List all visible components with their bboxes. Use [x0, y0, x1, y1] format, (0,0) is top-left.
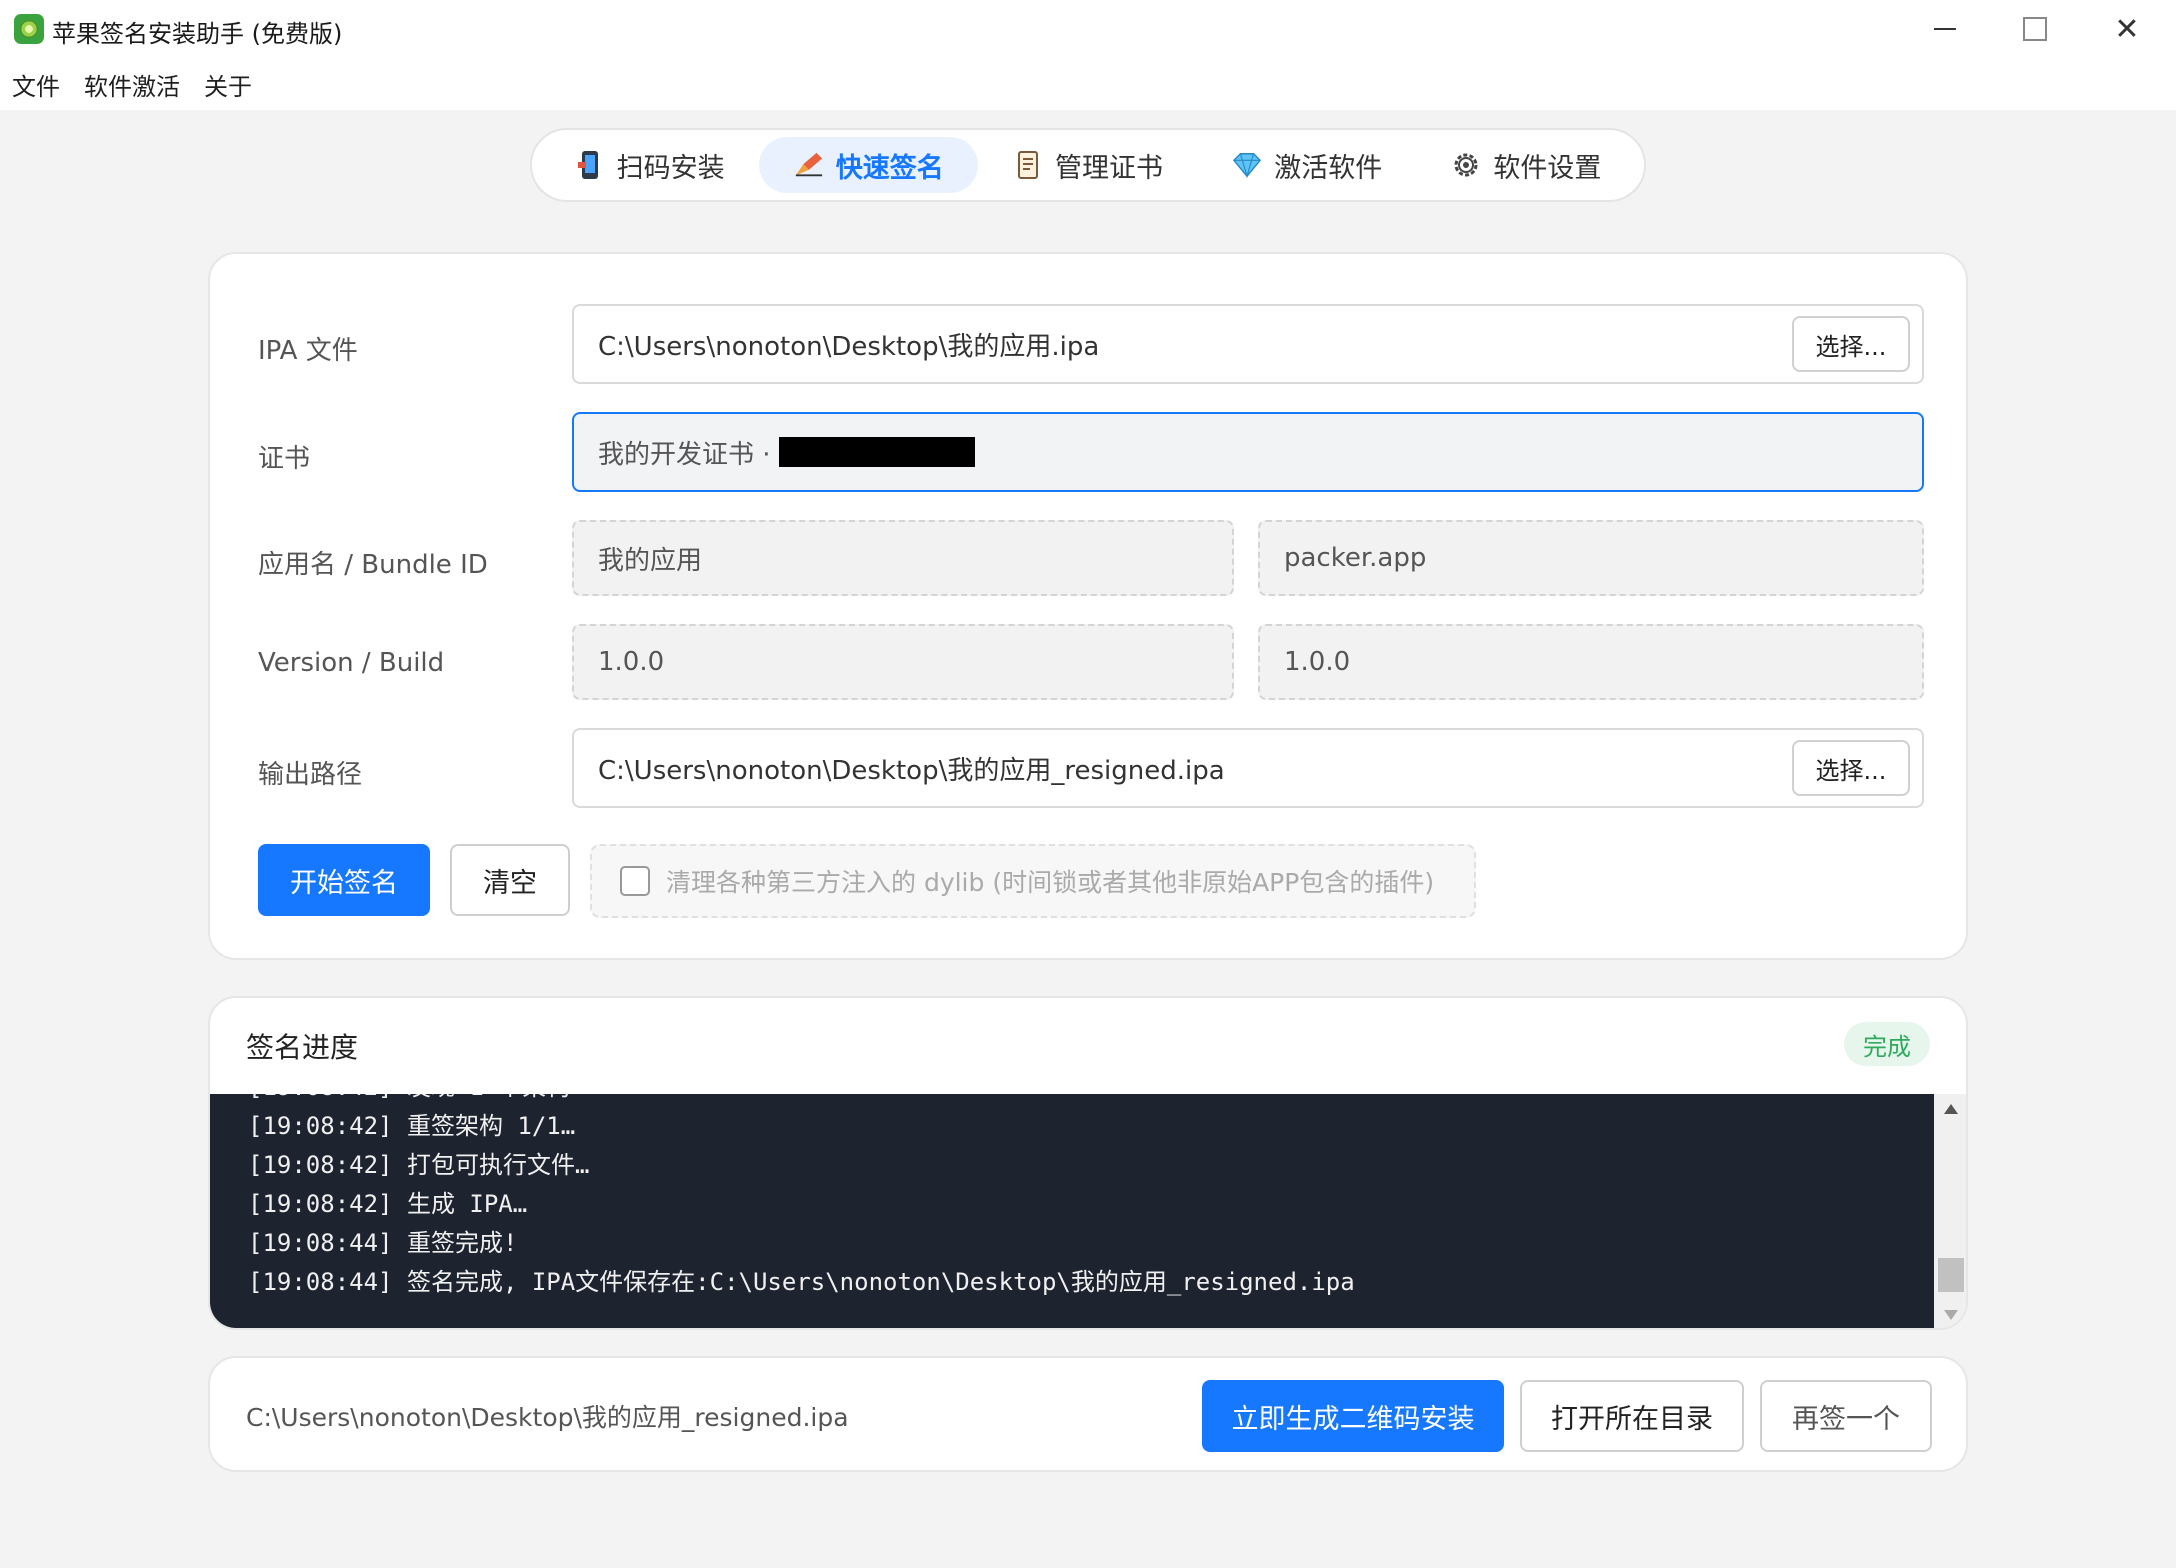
- log-line: [19:08:44] 签名完成, IPA文件保存在:C:\Users\nonot…: [248, 1268, 1355, 1296]
- log-line: [19:08:42] 重签架构 1/1…: [248, 1112, 576, 1140]
- output-path-label: 输出路径: [258, 760, 363, 790]
- tab-activate[interactable]: 激活软件: [1198, 137, 1417, 193]
- app-name-field[interactable]: 我的应用: [572, 520, 1234, 596]
- phone-icon: [575, 150, 605, 180]
- tab-scan-install[interactable]: 扫码安装: [540, 137, 759, 193]
- output-path-value: C:\Users\nonoton\Desktop\我的应用_resigned.i…: [598, 755, 1225, 786]
- open-folder-button[interactable]: 打开所在目录: [1520, 1380, 1744, 1452]
- clear-button[interactable]: 清空: [450, 844, 570, 916]
- sign-form-card: IPA 文件 C:\Users\nonoton\Desktop\我的应用.ipa…: [208, 252, 1968, 960]
- tab-manage-cert[interactable]: 管理证书: [978, 137, 1197, 193]
- sign-pen-icon: [794, 150, 824, 180]
- scroll-down-arrow-icon[interactable]: [1944, 1310, 1958, 1320]
- log-scrollbar[interactable]: [1934, 1094, 1966, 1328]
- sign-another-button[interactable]: 再签一个: [1760, 1380, 1932, 1452]
- app-name-value: 我的应用: [598, 545, 703, 576]
- clean-dylib-option[interactable]: 清理各种第三方注入的 dylib (时间锁或者其他非原始APP包含的插件): [590, 844, 1476, 918]
- ipa-file-field[interactable]: C:\Users\nonoton\Desktop\我的应用.ipa 选择...: [572, 304, 1924, 384]
- tab-label: 激活软件: [1274, 152, 1383, 184]
- tab-label: 快速签名: [835, 152, 944, 184]
- choose-output-button[interactable]: 选择...: [1792, 740, 1910, 796]
- minimize-button[interactable]: [1900, 0, 1990, 58]
- tab-label: 软件设置: [1493, 152, 1602, 184]
- menu-bar: 文件 软件激活 关于: [0, 58, 2176, 110]
- result-path: C:\Users\nonoton\Desktop\我的应用_resigned.i…: [246, 1403, 849, 1432]
- version-build-label: Version / Build: [258, 648, 445, 678]
- log-line: [19:08:42] 打包可执行文件…: [248, 1151, 590, 1179]
- tab-quick-sign[interactable]: 快速签名: [759, 137, 979, 193]
- menu-activate[interactable]: 软件激活: [84, 63, 180, 106]
- app-logo-icon: [14, 14, 44, 44]
- log-line: [19:08:42] 发现 1 个架构: [248, 1094, 1934, 1107]
- cert-label: 证书: [258, 444, 311, 474]
- menu-file[interactable]: 文件: [12, 63, 60, 106]
- scroll-thumb[interactable]: [1938, 1258, 1964, 1292]
- main-tabs: 扫码安装 快速签名 管理证书 激活软件 软件设置: [530, 128, 1646, 202]
- start-sign-button[interactable]: 开始签名: [258, 844, 430, 916]
- app-name-bundle-label: 应用名 / Bundle ID: [258, 550, 488, 580]
- log-line: [19:08:42] 生成 IPA…: [248, 1190, 528, 1218]
- cert-select[interactable]: 我的开发证书 ·: [572, 412, 1924, 492]
- result-card: C:\Users\nonoton\Desktop\我的应用_resigned.i…: [208, 1356, 1968, 1472]
- close-button[interactable]: ✕: [2082, 0, 2172, 58]
- build-field[interactable]: 1.0.0: [1258, 624, 1924, 700]
- version-field[interactable]: 1.0.0: [572, 624, 1234, 700]
- ipa-file-label: IPA 文件: [258, 336, 358, 366]
- sign-progress-card: 签名进度 完成 [19:08:42] 发现 1 个架构 [19:08:42] 重…: [208, 996, 1968, 1330]
- tab-settings[interactable]: 软件设置: [1417, 137, 1636, 193]
- bundle-id-field[interactable]: packer.app: [1258, 520, 1924, 596]
- window-title: 苹果签名安装助手 (免费版): [52, 20, 343, 48]
- scroll-icon: [1013, 150, 1043, 180]
- bundle-id-value: packer.app: [1284, 543, 1427, 573]
- tab-label: 管理证书: [1055, 152, 1163, 184]
- progress-title: 签名进度: [246, 1031, 359, 1064]
- tab-label: 扫码安装: [616, 152, 725, 184]
- build-value: 1.0.0: [1284, 647, 1351, 677]
- status-badge: 完成: [1844, 1022, 1930, 1066]
- log-console[interactable]: [19:08:42] 发现 1 个架构 [19:08:42] 重签架构 1/1……: [210, 1094, 1934, 1328]
- version-value: 1.0.0: [598, 647, 665, 677]
- title-bar: 苹果签名安装助手 (免费版) ✕: [0, 0, 2176, 58]
- choose-ipa-button[interactable]: 选择...: [1792, 316, 1910, 372]
- diamond-icon: [1232, 150, 1262, 180]
- generate-qr-button[interactable]: 立即生成二维码安装: [1202, 1380, 1504, 1452]
- output-path-field[interactable]: C:\Users\nonoton\Desktop\我的应用_resigned.i…: [572, 728, 1924, 808]
- maximize-button[interactable]: [1990, 0, 2080, 58]
- gear-icon: [1451, 150, 1481, 180]
- scroll-up-arrow-icon[interactable]: [1944, 1104, 1958, 1114]
- clean-dylib-checkbox[interactable]: [620, 866, 650, 896]
- ipa-file-value: C:\Users\nonoton\Desktop\我的应用.ipa: [598, 331, 1100, 362]
- clean-dylib-label: 清理各种第三方注入的 dylib (时间锁或者其他非原始APP包含的插件): [666, 868, 1435, 897]
- log-line: [19:08:44] 重签完成!: [248, 1229, 518, 1257]
- redacted-block: [778, 437, 975, 467]
- cert-value: 我的开发证书 ·: [598, 439, 771, 470]
- menu-about[interactable]: 关于: [204, 63, 252, 106]
